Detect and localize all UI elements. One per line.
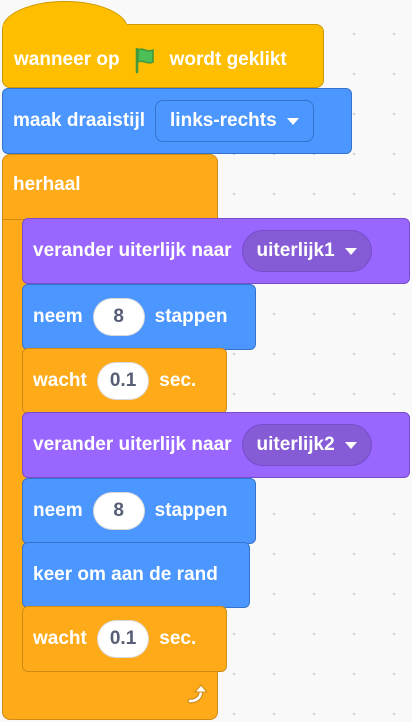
loop-arrow-icon — [183, 683, 209, 709]
costume-dropdown[interactable]: uiterlijk1 — [241, 230, 372, 272]
switch-costume-label: verander uiterlijk naar — [33, 434, 232, 455]
move-label: neem — [33, 500, 83, 521]
hat-cap-join — [3, 24, 127, 36]
switch-costume-label: verander uiterlijk naar — [33, 240, 232, 261]
chevron-down-icon — [344, 247, 357, 255]
rotation-style-dropdown[interactable]: links-rechts — [155, 100, 314, 142]
move-steps-block[interactable]: neem 8 stappen — [22, 284, 256, 350]
hat-label-before: wanneer op — [14, 49, 120, 70]
costume-dropdown-value: uiterlijk1 — [256, 240, 335, 261]
wait-label: wacht — [33, 370, 87, 391]
chevron-down-icon — [344, 441, 357, 449]
steps-suffix: stappen — [154, 500, 228, 521]
wait-block[interactable]: wacht 0.1 sec. — [22, 348, 227, 414]
costume-dropdown[interactable]: uiterlijk2 — [241, 424, 372, 466]
move-steps-block[interactable]: neem 8 stappen — [22, 478, 256, 544]
wait-label: wacht — [33, 628, 87, 649]
chevron-down-icon — [286, 117, 299, 125]
wait-seconds-input[interactable]: 0.1 — [96, 362, 150, 400]
wait-suffix: sec. — [159, 370, 197, 391]
set-rotation-style-block[interactable]: maak draaistijl links-rechts — [2, 88, 352, 154]
bounce-label: keer om aan de rand — [33, 564, 218, 585]
rotation-style-value: links-rechts — [170, 110, 277, 131]
repeat-label: herhaal — [13, 174, 81, 195]
switch-costume-block[interactable]: verander uiterlijk naar uiterlijk2 — [22, 412, 410, 478]
wait-block[interactable]: wacht 0.1 sec. — [22, 606, 227, 672]
green-flag-icon — [130, 45, 160, 75]
hat-label-after: wordt geklikt — [169, 49, 287, 70]
wait-seconds-input[interactable]: 0.1 — [96, 620, 150, 658]
move-label: neem — [33, 306, 83, 327]
bounce-on-edge-block[interactable]: keer om aan de rand — [22, 542, 250, 608]
repeat-block[interactable]: herhaal — [2, 154, 218, 220]
costume-dropdown-value: uiterlijk2 — [256, 434, 335, 455]
switch-costume-block[interactable]: verander uiterlijk naar uiterlijk1 — [22, 218, 410, 284]
wait-suffix: sec. — [159, 628, 197, 649]
steps-input[interactable]: 8 — [92, 492, 145, 530]
rotation-style-label: maak draaistijl — [13, 110, 146, 131]
steps-suffix: stappen — [154, 306, 228, 327]
steps-input[interactable]: 8 — [92, 298, 145, 336]
